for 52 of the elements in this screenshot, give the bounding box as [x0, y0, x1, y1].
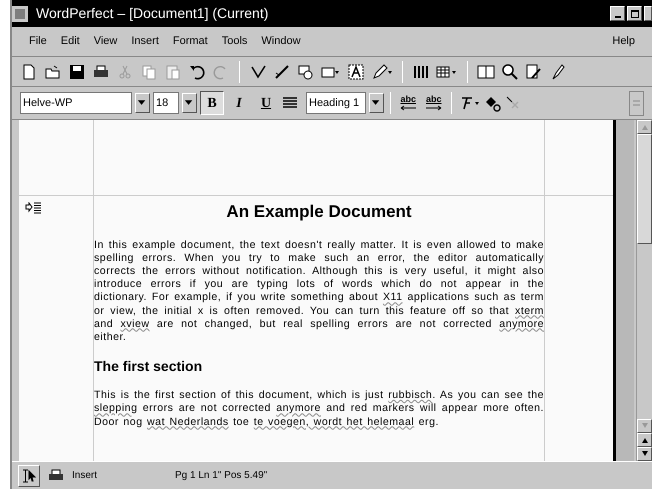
cursor-position-status: Pg 1 Ln 1" Pos 5.49" — [175, 469, 268, 483]
dropdown-icon[interactable] — [182, 93, 197, 113]
highlighter-icon[interactable] — [371, 62, 393, 80]
menu-item[interactable]: View — [86, 33, 124, 50]
style-field[interactable]: Heading 1 — [306, 92, 366, 114]
window-menu-icon[interactable] — [12, 6, 28, 22]
minimize-icon — [614, 16, 620, 18]
insert-mode-status: Insert — [72, 469, 98, 483]
page-brush-icon[interactable] — [525, 62, 543, 80]
save-icon[interactable] — [68, 62, 86, 80]
maximize-button[interactable] — [627, 6, 642, 21]
section-heading: The first section — [94, 357, 204, 376]
open-folder-icon[interactable] — [44, 62, 62, 80]
body-paragraph: In this example document, the text doesn't really matter. It is even allowed to make spelling errors. When you try to make such an error, the editor automatically corrects the errors without notification. Although this is very useful, it might also introduce errors if you are typing lots of words which do not appear in the dictionary. For example, if you write something about X11 applications such as term or view, the initial x is often removed. You can turn this feature off so that xterm and xview are not changed, but real spelling errors are not corrected anymore either. — [94, 238, 544, 344]
bold-button[interactable]: B — [200, 91, 224, 115]
line-icon[interactable] — [273, 62, 291, 80]
arrow-icon[interactable] — [400, 104, 417, 112]
paragraph-marker-icon — [25, 202, 42, 214]
dropdown-icon[interactable] — [135, 93, 150, 113]
body-paragraph: This is the first section of this document, which is just rubbisch. As you can see the slepping errors are not corrected anymore and red markers will appear more often. Door nog wat Nederlands toe te voegen, wordt het helemaal erg. — [94, 389, 544, 429]
text-box-icon[interactable] — [347, 62, 365, 80]
menu-item[interactable]: Help — [605, 33, 642, 50]
menu-item[interactable]: File — [22, 33, 54, 50]
arrow-icon[interactable] — [425, 104, 442, 112]
menu-item[interactable]: Format — [166, 33, 215, 50]
previous-word-button[interactable]: abc — [400, 94, 416, 104]
font-size-field[interactable]: 18 — [153, 92, 179, 114]
previous-page-icon[interactable] — [640, 436, 648, 444]
document-heading: An Example Document — [225, 201, 413, 223]
select-mode-button[interactable] — [18, 464, 40, 486]
next-page-icon[interactable] — [640, 450, 648, 458]
shape-icon[interactable] — [297, 62, 315, 80]
paste-icon[interactable] — [164, 62, 182, 80]
dropdown-icon[interactable] — [369, 93, 384, 113]
window-title: WordPerfect – [Document1] (Current) — [35, 4, 270, 23]
underline-button[interactable]: U — [254, 91, 278, 115]
next-word-button[interactable]: abc — [426, 94, 442, 104]
close-button[interactable] — [644, 6, 652, 21]
italic-button[interactable]: I — [227, 91, 251, 115]
vertical-scrollbar[interactable] — [636, 120, 652, 461]
book-icon[interactable] — [477, 62, 495, 80]
menu-item[interactable]: Window — [254, 33, 308, 50]
cursor-icon — [21, 468, 37, 484]
menu-item[interactable]: Insert — [124, 33, 166, 50]
copy-icon[interactable] — [140, 62, 158, 80]
zoom-icon[interactable] — [501, 62, 519, 80]
menu-item[interactable]: Tools — [214, 33, 254, 50]
maximize-icon — [630, 8, 640, 18]
menu-item[interactable]: Edit — [54, 33, 87, 50]
minimize-button[interactable] — [610, 6, 625, 21]
scroll-thumb[interactable] — [637, 134, 652, 244]
font-field[interactable]: Helve-WP — [20, 92, 132, 114]
